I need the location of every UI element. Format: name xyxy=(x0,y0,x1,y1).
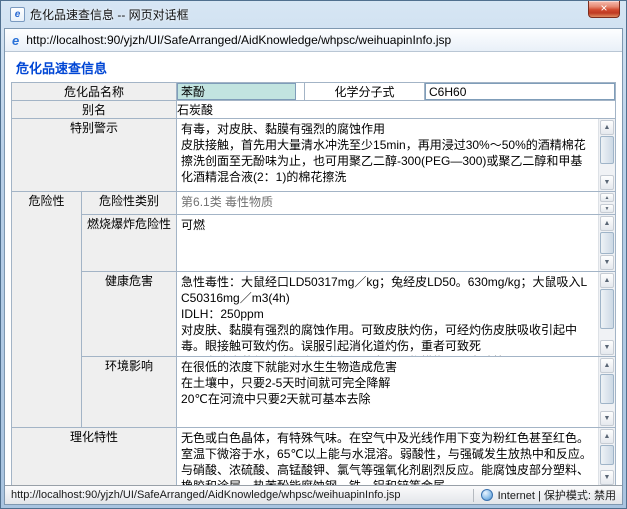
scrollbar-track[interactable] xyxy=(599,465,615,469)
health-cell: 急性毒性：大鼠经口LD50317mg／kg；兔经皮LD50。630mg/kg；大… xyxy=(177,272,616,357)
scroll-up-icon[interactable]: ▲ xyxy=(600,273,614,288)
scroll-down-icon[interactable]: ▼ xyxy=(600,255,614,270)
scroll-up-icon[interactable]: ▲ xyxy=(600,193,614,202)
formula-label: 化学分子式 xyxy=(305,83,425,101)
chemical-name-label: 危化品名称 xyxy=(12,83,177,101)
special-warning-textarea[interactable]: 有毒，对皮肤、黏膜有强烈的腐蚀作用 皮肤接触，首先用大量清水冲洗至少15min，… xyxy=(177,119,615,191)
health-textarea[interactable]: 急性毒性：大鼠经口LD50317mg／kg；兔经皮LD50。630mg/kg；大… xyxy=(177,272,615,356)
physical-text: 无色或白色晶体，有特殊气味。在空气中及光线作用下变为粉红色甚至红色。室温下微溶于… xyxy=(177,428,615,485)
hazard-class-label: 危险性类别 xyxy=(82,192,177,215)
page-content: 危化品速查信息 危化品名称 化学分子式 别名 石炭酸 xyxy=(5,52,622,485)
health-label: 健康危害 xyxy=(82,272,177,357)
health-text: 急性毒性：大鼠经口LD50317mg／kg；兔经皮LD50。630mg/kg；大… xyxy=(177,272,615,356)
scrollbar[interactable]: ▲ ▼ xyxy=(598,119,615,191)
client-area: e http://localhost:90/yjzh/UI/SafeArrang… xyxy=(4,28,623,505)
close-icon: × xyxy=(600,1,607,15)
scroll-up-icon[interactable]: ▲ xyxy=(600,120,614,135)
environment-cell: 在很低的浓度下就能对水生生物造成危害 在土壤中，只要2-5天时间就可完全降解 2… xyxy=(177,357,616,428)
special-warning-cell: 有毒，对皮肤、黏膜有强烈的腐蚀作用 皮肤接触，首先用大量清水冲洗至少15min，… xyxy=(177,119,616,192)
scrollbar[interactable]: ▲ ▼ xyxy=(598,192,615,214)
hazard-group-label: 危险性 xyxy=(12,192,82,428)
scroll-up-icon[interactable]: ▲ xyxy=(600,216,614,231)
scrollbar-thumb[interactable] xyxy=(600,232,614,254)
scrollbar-track[interactable] xyxy=(599,404,615,410)
explosive-textarea[interactable]: 可燃 ▲ ▼ xyxy=(177,215,615,271)
status-bar: http://localhost:90/yjzh/UI/SafeArranged… xyxy=(5,485,622,504)
scrollbar-track[interactable] xyxy=(599,329,615,339)
scrollbar-thumb[interactable] xyxy=(600,445,614,465)
status-separator xyxy=(473,489,474,502)
scroll-up-icon[interactable]: ▲ xyxy=(600,358,614,373)
environment-textarea[interactable]: 在很低的浓度下就能对水生生物造成危害 在土壤中，只要2-5天时间就可完全降解 2… xyxy=(177,357,615,427)
scrollbar-thumb[interactable] xyxy=(600,136,614,164)
chemical-name-input[interactable] xyxy=(177,83,296,100)
window-title: 危化品速查信息 -- 网页对话框 xyxy=(30,6,189,23)
status-zone: Internet | 保护模式: 禁用 xyxy=(481,487,616,503)
physical-cell: 无色或白色晶体，有特殊气味。在空气中及光线作用下变为粉红色甚至红色。室温下微溶于… xyxy=(177,428,616,486)
hazard-class-text: 第6.1类 毒性物质 xyxy=(177,192,615,212)
close-button[interactable]: × xyxy=(588,1,620,18)
alias-value: 石炭酸 xyxy=(177,101,616,119)
table-row-warning: 特别警示 有毒，对皮肤、黏膜有强烈的腐蚀作用 皮肤接触，首先用大量清水冲洗至少1… xyxy=(12,119,616,192)
title-bar[interactable]: e 危化品速查信息 -- 网页对话框 × xyxy=(4,1,623,28)
dialog-window: e 危化品速查信息 -- 网页对话框 × e http://localhost:… xyxy=(0,0,627,509)
address-url: http://localhost:90/yjzh/UI/SafeArranged… xyxy=(26,33,451,47)
scroll-down-icon[interactable]: ▼ xyxy=(600,411,614,426)
physical-textarea[interactable]: 无色或白色晶体，有特殊气味。在空气中及光线作用下变为粉红色甚至红色。室温下微溶于… xyxy=(177,428,615,485)
scrollbar[interactable]: ▲ ▼ xyxy=(598,357,615,427)
page-title: 危化品速查信息 xyxy=(16,58,616,77)
special-warning-label: 特别警示 xyxy=(12,119,177,192)
scrollbar[interactable]: ▲ ▼ xyxy=(598,428,615,485)
status-zone-text: Internet | 保护模式: 禁用 xyxy=(498,487,616,503)
scrollbar-thumb[interactable] xyxy=(600,289,614,329)
table-row-hazard-class: 危险性 危险性类别 第6.1类 毒性物质 ▲ ▼ xyxy=(12,192,616,215)
explosive-cell: 可燃 ▲ ▼ xyxy=(177,215,616,272)
physical-label: 理化特性 xyxy=(12,428,177,486)
environment-label: 环境影响 xyxy=(82,357,177,428)
scroll-down-icon[interactable]: ▼ xyxy=(600,204,614,213)
alias-label: 别名 xyxy=(12,101,177,119)
hazard-class-textarea[interactable]: 第6.1类 毒性物质 ▲ ▼ xyxy=(177,192,615,214)
status-url: http://localhost:90/yjzh/UI/SafeArranged… xyxy=(11,489,466,501)
scroll-up-icon[interactable]: ▲ xyxy=(600,429,614,444)
scrollbar[interactable]: ▲ ▼ xyxy=(598,215,615,271)
scroll-down-icon[interactable]: ▼ xyxy=(600,340,614,355)
address-bar: e http://localhost:90/yjzh/UI/SafeArrang… xyxy=(5,29,622,52)
explosive-text: 可燃 xyxy=(177,215,615,235)
environment-text: 在很低的浓度下就能对水生生物造成危害 在土壤中，只要2-5天时间就可完全降解 2… xyxy=(177,357,615,409)
scroll-down-icon[interactable]: ▼ xyxy=(600,175,614,190)
scrollbar-track[interactable] xyxy=(599,164,615,174)
table-row-alias: 别名 石炭酸 xyxy=(12,101,616,119)
formula-input[interactable] xyxy=(425,83,615,100)
ie-icon: e xyxy=(12,33,19,48)
table-row-name: 危化品名称 化学分子式 xyxy=(12,83,616,101)
chemical-name-cell xyxy=(177,83,305,101)
hazard-class-cell: 第6.1类 毒性物质 ▲ ▼ xyxy=(177,192,616,215)
scrollbar-thumb[interactable] xyxy=(600,374,614,404)
special-warning-text: 有毒，对皮肤、黏膜有强烈的腐蚀作用 皮肤接触，首先用大量清水冲洗至少15min，… xyxy=(177,119,615,187)
table-row-health: 健康危害 急性毒性：大鼠经口LD50317mg／kg；兔经皮LD50。630mg… xyxy=(12,272,616,357)
globe-icon xyxy=(481,489,493,501)
info-table: 危化品名称 化学分子式 别名 石炭酸 特别警示 xyxy=(11,82,616,485)
explosive-label: 燃烧爆炸危险性 xyxy=(82,215,177,272)
table-row-environment: 环境影响 在很低的浓度下就能对水生生物造成危害 在土壤中，只要2-5天时间就可完… xyxy=(12,357,616,428)
scrollbar[interactable]: ▲ ▼ xyxy=(598,272,615,356)
table-row-explosive: 燃烧爆炸危险性 可燃 ▲ ▼ xyxy=(12,215,616,272)
page-icon: e xyxy=(10,7,25,22)
scroll-down-icon[interactable]: ▼ xyxy=(600,470,614,485)
formula-cell xyxy=(425,83,616,101)
table-row-physical: 理化特性 无色或白色晶体，有特殊气味。在空气中及光线作用下变为粉红色甚至红色。室… xyxy=(12,428,616,486)
